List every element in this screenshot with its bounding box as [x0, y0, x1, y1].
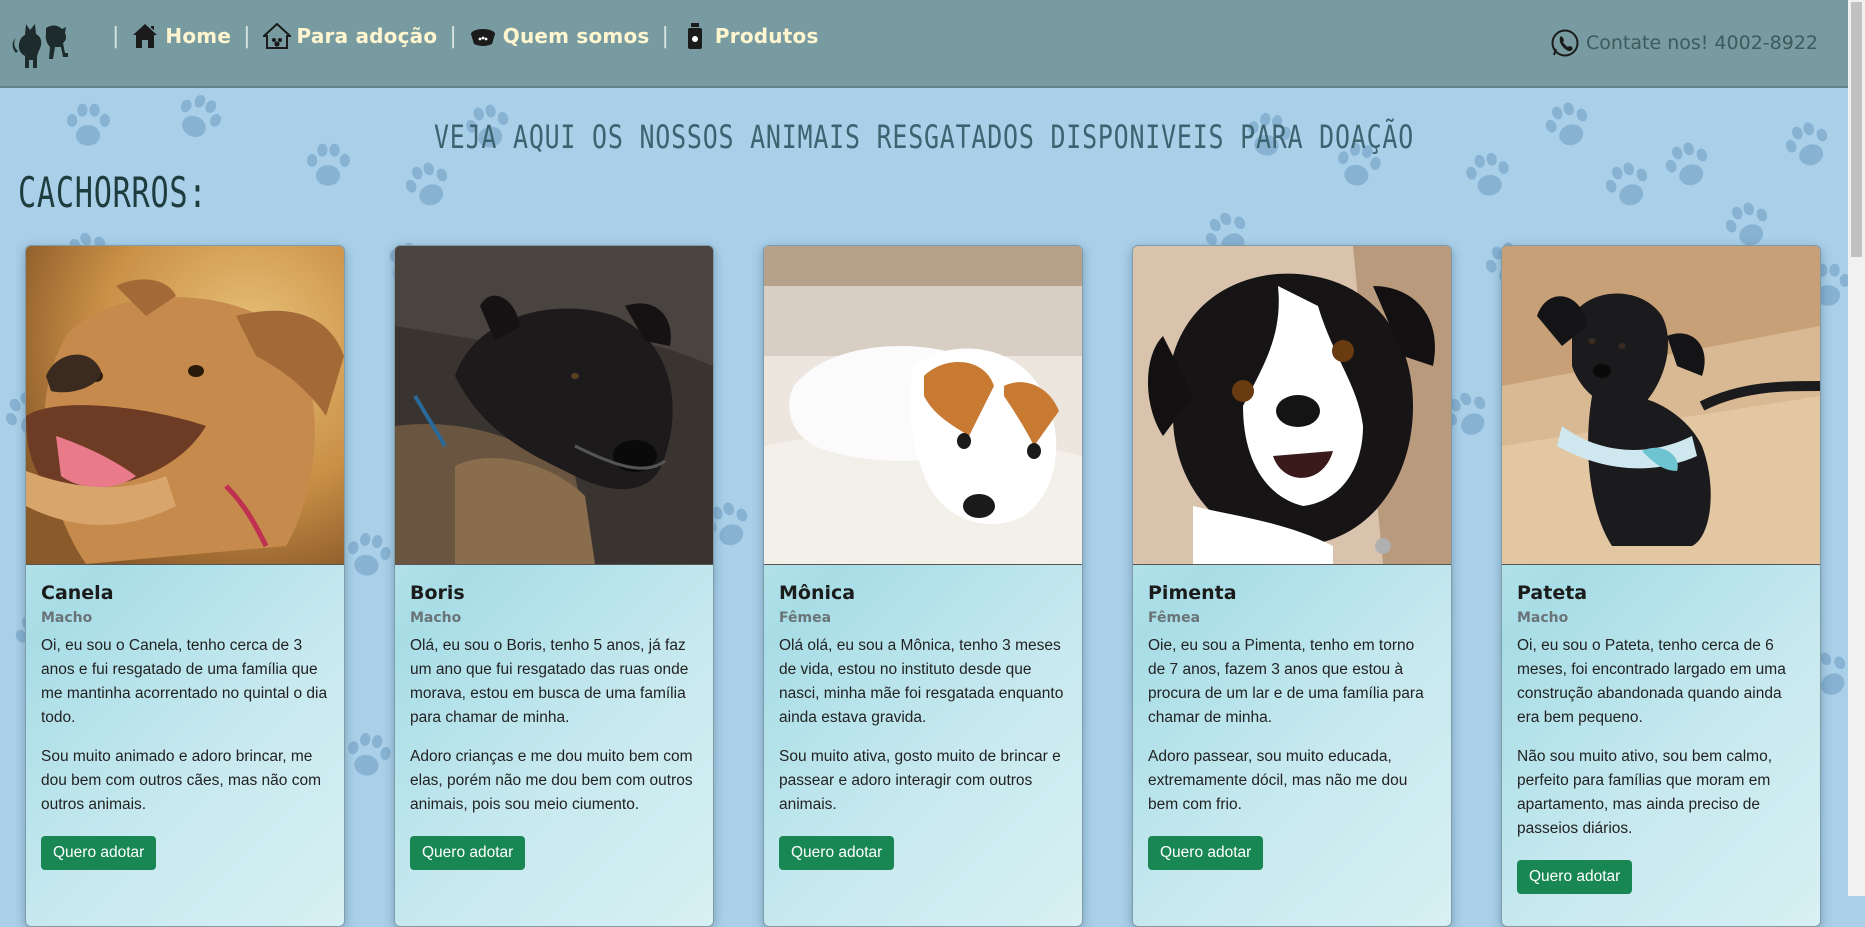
dog-sex: Fêmea [779, 610, 832, 626]
whatsapp-phone-icon [1551, 29, 1579, 57]
contact-text: Contate nos! 4002-8922 [1586, 32, 1818, 54]
dog-card: Canela Macho Oi, eu sou o Canela, tenho … [25, 245, 345, 927]
dog-description: Olá, eu sou o Boris, tenho 5 anos, já fa… [410, 637, 689, 726]
paw-print-icon [1785, 122, 1828, 166]
cat-dog-logo-icon[interactable] [12, 18, 72, 72]
dog-photo [1133, 246, 1451, 565]
dog-description: Oi, eu sou o Pateta, tenho cerca de 6 me… [1517, 637, 1786, 726]
house-icon [133, 24, 158, 48]
paw-print-icon [67, 103, 110, 146]
dog-photo [395, 246, 713, 565]
dog-card: Pateta Macho Oi, eu sou o Pateta, tenho … [1501, 245, 1821, 927]
adopt-button[interactable]: Quero adotar [410, 836, 526, 870]
pet-house-icon [262, 22, 291, 49]
dog-card: Boris Macho Olá, eu sou o Boris, tenho 5… [394, 245, 714, 927]
dog-photo [764, 246, 1082, 565]
adopt-button[interactable]: Quero adotar [779, 836, 895, 870]
dog-sex: Macho [41, 610, 93, 626]
dog-name: Pateta [1517, 582, 1588, 604]
dog-name: Pimenta [1148, 582, 1237, 604]
dog-description: Olá olá, eu sou a Mônica, tenho 3 meses … [779, 637, 1064, 726]
scrollbar-thumb[interactable] [1851, 2, 1862, 257]
paw-print-icon [405, 162, 448, 206]
pet-food-bottle-icon [687, 23, 702, 49]
page-title: VEJA AQUI OS NOSSOS ANIMAIS RESGATADOS D… [433, 118, 1415, 156]
nav-home-label: Home [165, 24, 232, 48]
dog-name: Mônica [779, 582, 856, 604]
dog-card: Mônica Fêmea Olá olá, eu sou a Mônica, t… [763, 245, 1083, 927]
nav-about-label: Quem somos [502, 24, 650, 48]
paw-print-icon [348, 732, 391, 776]
dog-sex: Fêmea [1148, 610, 1201, 626]
nav-adoption-label: Para adoção [296, 24, 438, 48]
nav-adoption-link[interactable]: Para adoção [262, 22, 438, 50]
dog-sex: Macho [1517, 610, 1569, 626]
paw-print-icon [348, 532, 391, 576]
adopt-button[interactable]: Quero adotar [1148, 836, 1264, 870]
adopt-button[interactable]: Quero adotar [1517, 860, 1633, 894]
nav-separator: | [661, 23, 669, 49]
dog-personality: Adoro crianças e me dou muito bem com el… [410, 748, 693, 813]
dog-photo [26, 246, 344, 565]
nav-home-link[interactable]: Home [131, 22, 231, 50]
dog-sex: Macho [410, 610, 462, 626]
dog-card: Pimenta Fêmea Oie, eu sou a Pimenta, ten… [1132, 245, 1452, 927]
contact-info[interactable]: Contate nos! 4002-8922 [1550, 28, 1818, 58]
page-scrollbar[interactable] [1848, 0, 1865, 896]
nav-products-link[interactable]: Produtos [681, 22, 819, 50]
dog-personality: Adoro passear, sou muito educada, extrem… [1148, 748, 1408, 813]
nav-separator: | [449, 23, 457, 49]
dog-description: Oi, eu sou o Canela, tenho cerca de 3 an… [41, 637, 328, 726]
navbar: | Home | Para adoção | Quem somos | Prod… [0, 0, 1848, 88]
dog-personality: Sou muito animado e adoro brincar, me do… [41, 748, 321, 813]
nav-separator: | [243, 23, 251, 49]
dog-name: Boris [410, 582, 465, 604]
dog-personality: Não sou muito ativo, sou bem calmo, perf… [1517, 748, 1773, 837]
dog-photo [1502, 246, 1820, 565]
nav-separator: | [112, 23, 120, 49]
pet-bowl-icon [470, 29, 495, 46]
paw-print-icon [1665, 142, 1708, 186]
dog-name: Canela [41, 582, 114, 604]
dog-description: Oie, eu sou a Pimenta, tenho em torno de… [1148, 637, 1424, 726]
section-title-dogs: CACHORROS: [18, 168, 208, 217]
dog-personality: Sou muito ativa, gosto muito de brincar … [779, 748, 1061, 813]
paw-print-icon [1605, 162, 1648, 206]
nav-about-link[interactable]: Quem somos [469, 22, 650, 50]
nav-products-label: Produtos [714, 24, 819, 48]
nav-menu: | Home | Para adoção | Quem somos | Prod… [100, 22, 819, 50]
adopt-button[interactable]: Quero adotar [41, 836, 157, 870]
